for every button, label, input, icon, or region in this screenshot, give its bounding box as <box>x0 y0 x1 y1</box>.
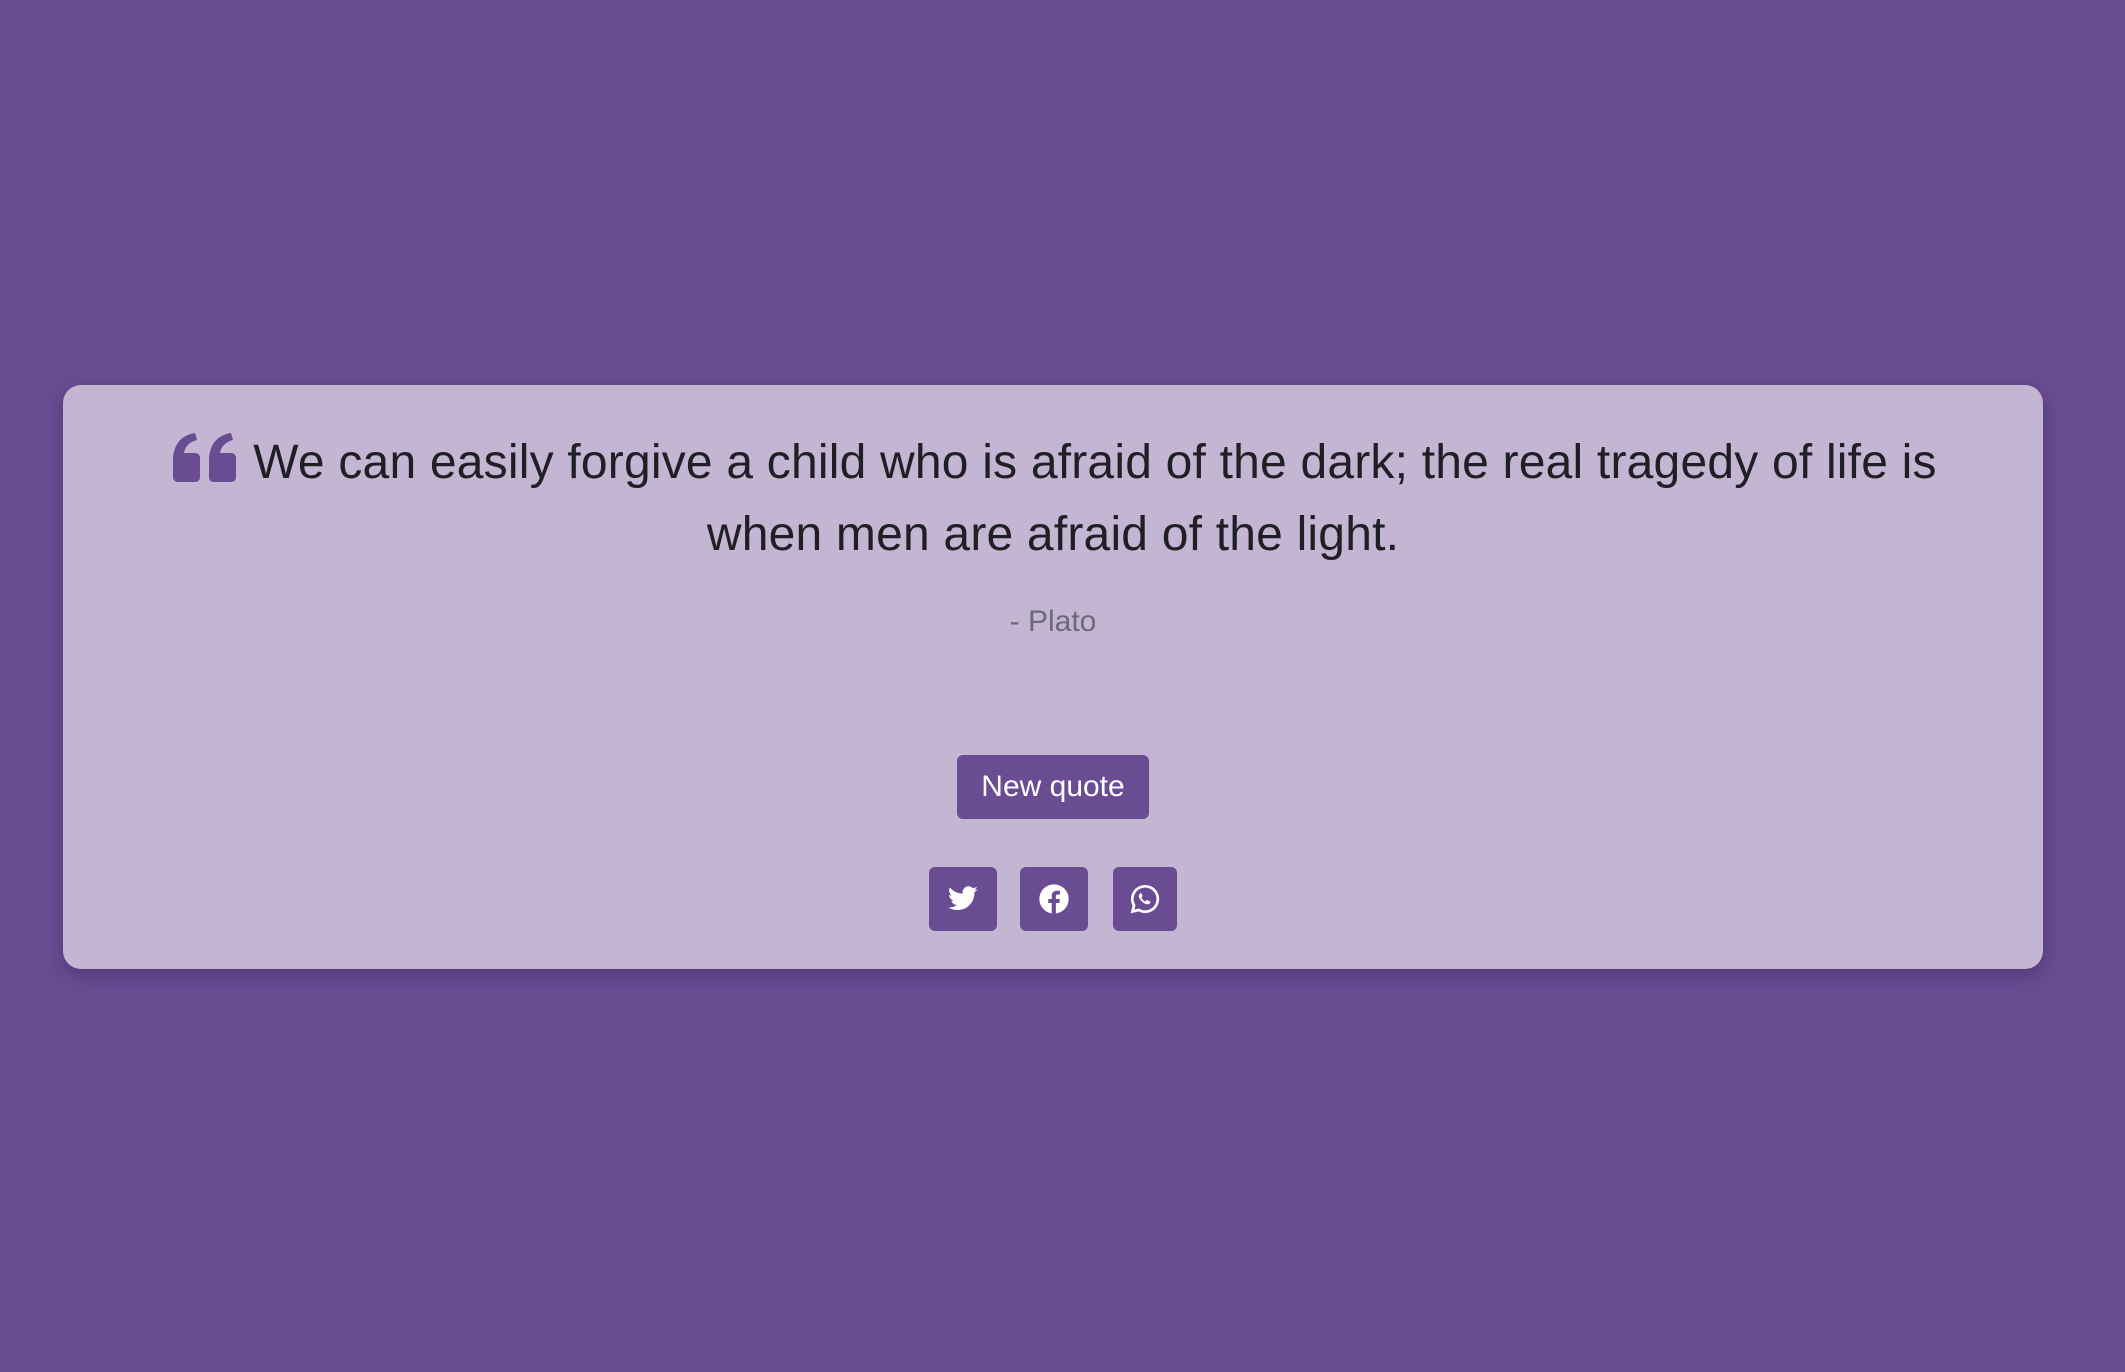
facebook-share-button[interactable] <box>1020 867 1088 931</box>
quote-author: - Plato <box>1009 605 1097 638</box>
whatsapp-icon <box>1130 884 1160 914</box>
quote-block: We can easily forgive a child who is afr… <box>115 427 1991 571</box>
share-buttons <box>63 867 2043 931</box>
page: We can easily forgive a child who is afr… <box>0 0 2125 1372</box>
quote-left-icon <box>169 431 239 483</box>
facebook-icon <box>1039 884 1069 914</box>
new-quote-button[interactable]: New quote <box>957 755 1149 819</box>
twitter-icon <box>948 886 978 911</box>
whatsapp-share-button[interactable] <box>1113 867 1177 931</box>
quote-text: We can easily forgive a child who is afr… <box>253 436 1937 561</box>
quote-card: We can easily forgive a child who is afr… <box>63 385 2043 969</box>
twitter-share-button[interactable] <box>929 867 997 931</box>
